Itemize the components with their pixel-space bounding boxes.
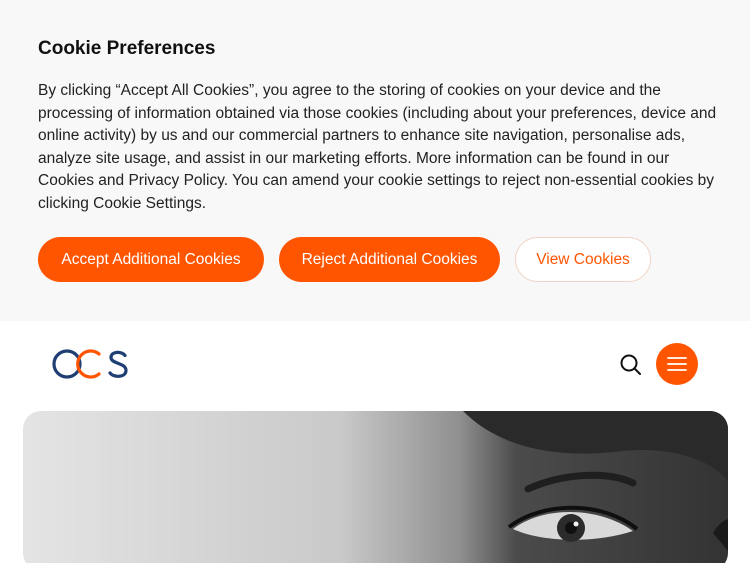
- hamburger-menu-icon: [667, 357, 687, 371]
- cookie-title: Cookie Preferences: [38, 38, 216, 59]
- view-cookies-button[interactable]: View Cookies: [515, 237, 651, 282]
- accept-cookies-button[interactable]: Accept Additional Cookies: [38, 237, 264, 282]
- ocs-logo-mark: [52, 349, 128, 379]
- search-icon: [620, 354, 641, 375]
- cookie-description: By clicking “Accept All Cookies”, you ag…: [38, 82, 717, 212]
- logo-wordmark: [52, 349, 128, 379]
- menu-button[interactable]: [656, 343, 698, 385]
- reject-cookies-button[interactable]: Reject Additional Cookies: [279, 237, 500, 282]
- hero-second-eye: [713, 519, 728, 551]
- hero-hair: [463, 411, 728, 481]
- hero-eye: [507, 505, 639, 542]
- hero-image: [23, 411, 728, 563]
- search-button[interactable]: [617, 351, 645, 379]
- cookie-banner: Cookie Preferences By clicking “Accept A…: [0, 0, 750, 321]
- hero-eyebrow: [524, 471, 637, 493]
- hero-portrait-illustration: [463, 411, 728, 551]
- ocs-logo[interactable]: [52, 347, 130, 386]
